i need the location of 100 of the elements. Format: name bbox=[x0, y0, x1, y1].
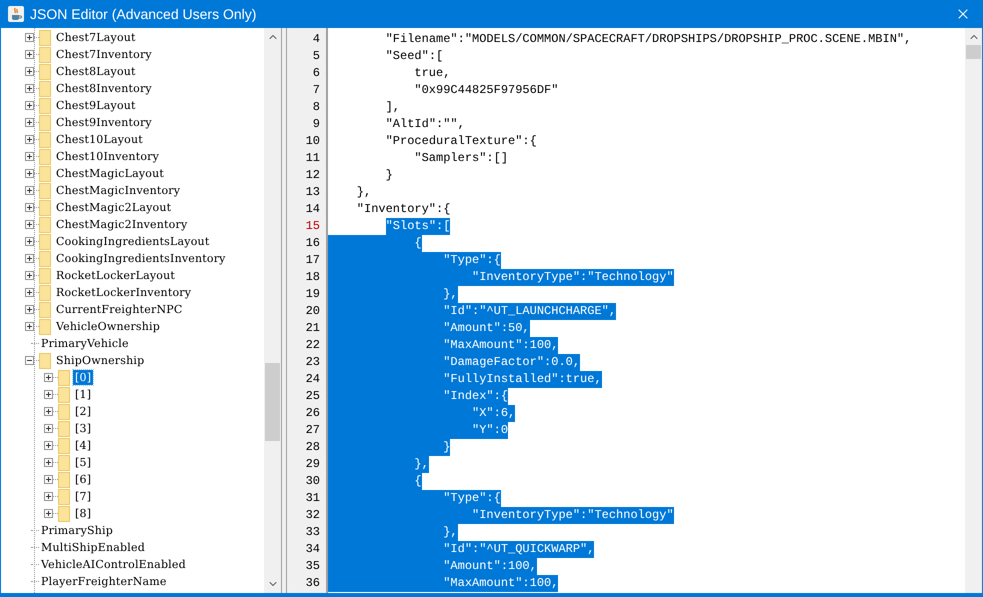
tree-item[interactable]: CurrentFreighterNPC bbox=[54, 302, 185, 317]
tree-item[interactable]: ChestMagicInventory bbox=[54, 183, 182, 198]
tree-item[interactable]: CookingIngredientsInventory bbox=[54, 251, 228, 266]
folder-icon bbox=[39, 302, 51, 318]
collapse-icon[interactable] bbox=[25, 356, 34, 365]
tree-item[interactable]: VehicleOwnership bbox=[54, 319, 162, 334]
expand-icon[interactable] bbox=[25, 118, 34, 127]
expand-icon[interactable] bbox=[25, 220, 34, 229]
line-number: 17 bbox=[304, 252, 321, 269]
tree-item[interactable]: [7] bbox=[73, 489, 94, 504]
folder-icon bbox=[39, 30, 51, 46]
tree-item[interactable]: PrimaryVehicle bbox=[39, 336, 131, 351]
line-number: 33 bbox=[304, 524, 321, 541]
tree-item[interactable]: Chest9Inventory bbox=[54, 115, 154, 130]
tree-item[interactable]: [6] bbox=[73, 472, 94, 487]
folder-icon bbox=[58, 506, 70, 522]
folder-icon bbox=[39, 80, 51, 96]
expand-icon[interactable] bbox=[25, 33, 34, 42]
tree-item[interactable]: [3] bbox=[73, 421, 94, 436]
line-number: 14 bbox=[304, 201, 321, 218]
scrollbar[interactable] bbox=[264, 28, 281, 593]
folder-icon bbox=[39, 166, 51, 182]
tree-item[interactable]: [8] bbox=[73, 506, 94, 521]
folder-icon bbox=[39, 46, 51, 62]
folder-icon bbox=[39, 234, 51, 250]
tree-item[interactable]: VehicleAIControlEnabled bbox=[39, 557, 188, 572]
tree-item[interactable]: ShipOwnership bbox=[54, 353, 146, 368]
expand-icon[interactable] bbox=[25, 50, 34, 59]
line-number: 19 bbox=[304, 286, 321, 303]
tree-item[interactable]: [4] bbox=[73, 438, 94, 453]
tree-item[interactable]: [2] bbox=[73, 404, 94, 419]
code-line: "AltId":"", bbox=[386, 116, 465, 133]
expand-icon[interactable] bbox=[44, 390, 53, 399]
tree-item[interactable]: RocketLockerInventory bbox=[54, 285, 194, 300]
expand-icon[interactable] bbox=[25, 67, 34, 76]
folder-icon bbox=[39, 200, 51, 216]
tree-item[interactable]: PrimaryShip bbox=[39, 523, 116, 538]
expand-icon[interactable] bbox=[44, 458, 53, 467]
line-number: 27 bbox=[304, 422, 321, 439]
folder-icon bbox=[58, 370, 70, 386]
expand-icon[interactable] bbox=[25, 186, 34, 195]
tree-item[interactable]: MultiShipEnabled bbox=[39, 540, 147, 555]
expand-icon[interactable] bbox=[25, 271, 34, 280]
tree-item[interactable]: [0] bbox=[73, 370, 94, 385]
line-number: 29 bbox=[304, 456, 321, 473]
tree-item[interactable]: Chest7Layout bbox=[54, 30, 138, 45]
expand-icon[interactable] bbox=[25, 203, 34, 212]
expand-icon[interactable] bbox=[25, 101, 34, 110]
tree-item[interactable]: Chest8Layout bbox=[54, 64, 138, 79]
expand-icon[interactable] bbox=[25, 237, 34, 246]
expand-icon[interactable] bbox=[44, 441, 53, 450]
tree-item[interactable]: PlayerFreighterName bbox=[39, 574, 169, 589]
expand-icon[interactable] bbox=[25, 254, 34, 263]
scroll-thumb[interactable] bbox=[265, 363, 280, 441]
expand-icon[interactable] bbox=[25, 288, 34, 297]
expand-icon[interactable] bbox=[44, 407, 53, 416]
tree-item[interactable]: Chest10Inventory bbox=[54, 149, 162, 164]
code-line: "Filename":"MODELS/COMMON/SPACECRAFT/DROPSHIPS/DROPSHIP_PROC.SCENE.MBIN", bbox=[386, 31, 912, 48]
scroll-thumb[interactable] bbox=[966, 45, 981, 59]
line-number: 22 bbox=[304, 337, 321, 354]
folder-icon bbox=[58, 454, 70, 470]
scrollbar[interactable] bbox=[965, 28, 982, 593]
tree-item[interactable]: ChestMagic2Layout bbox=[54, 200, 174, 215]
expand-icon[interactable] bbox=[44, 373, 53, 382]
tree-item[interactable]: RocketLockerLayout bbox=[54, 268, 177, 283]
expand-icon[interactable] bbox=[44, 509, 53, 518]
line-number: 9 bbox=[312, 116, 321, 133]
tree-item[interactable]: [5] bbox=[73, 455, 94, 470]
tree-item[interactable]: [1] bbox=[73, 387, 94, 402]
line-number: 21 bbox=[304, 320, 321, 337]
expand-icon[interactable] bbox=[25, 135, 34, 144]
tree-item[interactable]: ChestMagic2Inventory bbox=[54, 217, 190, 232]
tree-item[interactable]: ChestMagicLayout bbox=[54, 166, 166, 181]
tree-item[interactable]: Chest8Inventory bbox=[54, 81, 154, 96]
expand-icon[interactable] bbox=[25, 169, 34, 178]
code-line: "Seed":[ bbox=[386, 48, 444, 65]
folder-icon bbox=[58, 420, 70, 436]
line-number: 16 bbox=[304, 235, 321, 252]
folder-icon bbox=[39, 352, 51, 368]
tree-item[interactable]: Chest10Layout bbox=[54, 132, 145, 147]
line-number: 25 bbox=[304, 388, 321, 405]
expand-icon[interactable] bbox=[25, 322, 34, 331]
expand-icon[interactable] bbox=[44, 424, 53, 433]
folder-icon bbox=[58, 472, 70, 488]
line-number: 26 bbox=[304, 405, 321, 422]
folder-icon bbox=[39, 182, 51, 198]
code-line: "0x99C44825F97956DF" bbox=[414, 82, 558, 99]
line-number: 13 bbox=[304, 184, 321, 201]
tree-item[interactable]: Chest9Layout bbox=[54, 98, 138, 113]
expand-icon[interactable] bbox=[44, 475, 53, 484]
expand-icon[interactable] bbox=[44, 492, 53, 501]
folder-icon bbox=[39, 216, 51, 232]
expand-icon[interactable] bbox=[25, 152, 34, 161]
tree-item[interactable]: CookingIngredientsLayout bbox=[54, 234, 212, 249]
code-line: } bbox=[386, 167, 393, 184]
tree-item[interactable]: Chest7Inventory bbox=[54, 47, 154, 62]
line-number: 31 bbox=[304, 490, 321, 507]
expand-icon[interactable] bbox=[25, 305, 34, 314]
expand-icon[interactable] bbox=[25, 84, 34, 93]
code-editor[interactable] bbox=[287, 28, 982, 593]
